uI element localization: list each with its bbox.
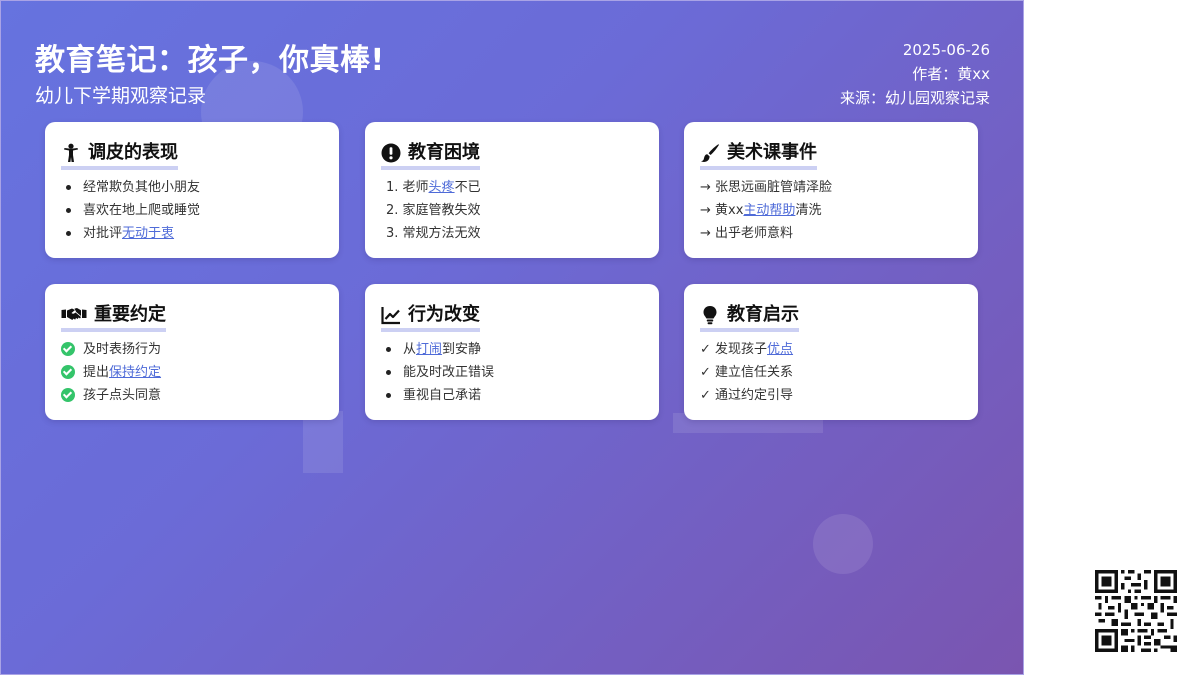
lightbulb-icon — [700, 305, 720, 325]
card-header: 调皮的表现 — [61, 140, 178, 170]
highlight-text: 保持约定 — [109, 365, 162, 380]
list-item: 重视自己承诺 — [381, 384, 645, 407]
card-education-dilemma: 教育困境 1. 老师头疼不已 2. 家庭管教失效 3. 常规方法无效 — [365, 122, 659, 258]
meta-info: 2025-06-26 作者：黄xx 来源：幼儿园观察记录 — [840, 38, 990, 110]
card-title: 调皮的表现 — [88, 142, 178, 163]
child-icon — [61, 143, 81, 163]
card-header: 重要约定 — [61, 302, 166, 332]
exclamation-circle-icon — [381, 143, 401, 163]
check-circle-icon — [61, 342, 75, 356]
card-title: 美术课事件 — [727, 142, 817, 163]
list-item: → 张思远画脏管靖泽脸 — [700, 180, 833, 195]
slide: 教育笔记：孩子，你真棒! 幼儿下学期观察记录 2025-06-26 作者：黄xx… — [0, 0, 1024, 675]
card-list: 1. 老师头疼不已 2. 家庭管教失效 3. 常规方法无效 — [381, 176, 645, 245]
card-header: 行为改变 — [381, 302, 480, 332]
list-item: 能及时改正错误 — [381, 361, 645, 384]
card-education-insight: 教育启示 ✓ 发现孩子优点 ✓ 建立信任关系 ✓ 通过约定引导 — [684, 284, 978, 420]
card-behavior-change: 行为改变 从打闹到安静 能及时改正错误 重视自己承诺 — [365, 284, 659, 420]
card-list: 及时表扬行为 提出保持约定 孩子点头同意 — [61, 338, 325, 407]
decorative-circle — [813, 514, 873, 574]
list-item: ✓ 通过约定引导 — [700, 388, 794, 403]
card-header: 教育困境 — [381, 140, 480, 170]
highlight-text: 无动于衷 — [122, 226, 175, 241]
check-circle-icon — [61, 388, 75, 402]
card-list: ✓ 发现孩子优点 ✓ 建立信任关系 ✓ 通过约定引导 — [700, 338, 964, 407]
check-circle-icon — [61, 365, 75, 379]
card-title: 教育困境 — [408, 142, 480, 163]
card-header: 美术课事件 — [700, 140, 817, 170]
list-item: 3. 常规方法无效 — [386, 226, 481, 241]
qr-code-icon[interactable] — [1095, 570, 1177, 652]
card-list: 经常欺负其他小朋友 喜欢在地上爬或睡觉 对批评无动于衷 — [61, 176, 325, 245]
list-item: → 出乎老师意料 — [700, 226, 794, 241]
page-subtitle: 幼儿下学期观察记录 — [35, 85, 207, 107]
list-item: ✓ 发现孩子优点 — [700, 342, 794, 357]
handshake-icon — [61, 305, 87, 325]
card-title: 行为改变 — [408, 304, 480, 325]
list-item: 喜欢在地上爬或睡觉 — [61, 199, 325, 222]
list-item: ✓ 建立信任关系 — [700, 365, 794, 380]
card-art-class-event: 美术课事件 → 张思远画脏管靖泽脸 → 黄xx主动帮助清洗 → 出乎老师意料 — [684, 122, 978, 258]
page-title: 教育笔记：孩子，你真棒! — [35, 43, 385, 78]
source-label: 来源：幼儿园观察记录 — [839, 89, 990, 107]
list-item: 对批评无动于衷 — [61, 222, 325, 245]
highlight-text: 头疼 — [428, 180, 455, 195]
card-title: 重要约定 — [94, 304, 166, 325]
card-title: 教育启示 — [727, 304, 799, 325]
highlight-text: 主动帮助 — [743, 203, 796, 218]
list-item: 1. 老师头疼不已 — [386, 180, 481, 195]
decorative-block — [303, 411, 343, 473]
list-item: 孩子点头同意 — [61, 384, 325, 407]
line-chart-icon — [381, 305, 401, 325]
card-important-agreement: 重要约定 及时表扬行为 提出保持约定 孩子点头同意 — [45, 284, 339, 420]
date-label: 2025-06-26 — [902, 41, 990, 59]
highlight-text: 优点 — [767, 342, 794, 357]
list-item: 及时表扬行为 — [61, 338, 325, 361]
list-item: 经常欺负其他小朋友 — [61, 176, 325, 199]
list-item: 2. 家庭管教失效 — [386, 203, 481, 218]
card-naughty-behavior: 调皮的表现 经常欺负其他小朋友 喜欢在地上爬或睡觉 对批评无动于衷 — [45, 122, 339, 258]
paint-brush-icon — [700, 143, 720, 163]
list-item: 提出保持约定 — [61, 361, 325, 384]
list-item: → 黄xx主动帮助清洗 — [700, 203, 822, 218]
author-label: 作者：黄xx — [912, 65, 990, 83]
list-item: 从打闹到安静 — [381, 338, 645, 361]
card-list: 从打闹到安静 能及时改正错误 重视自己承诺 — [381, 338, 645, 407]
card-list: → 张思远画脏管靖泽脸 → 黄xx主动帮助清洗 → 出乎老师意料 — [700, 176, 964, 245]
card-header: 教育启示 — [700, 302, 799, 332]
highlight-text: 打闹 — [416, 342, 443, 357]
